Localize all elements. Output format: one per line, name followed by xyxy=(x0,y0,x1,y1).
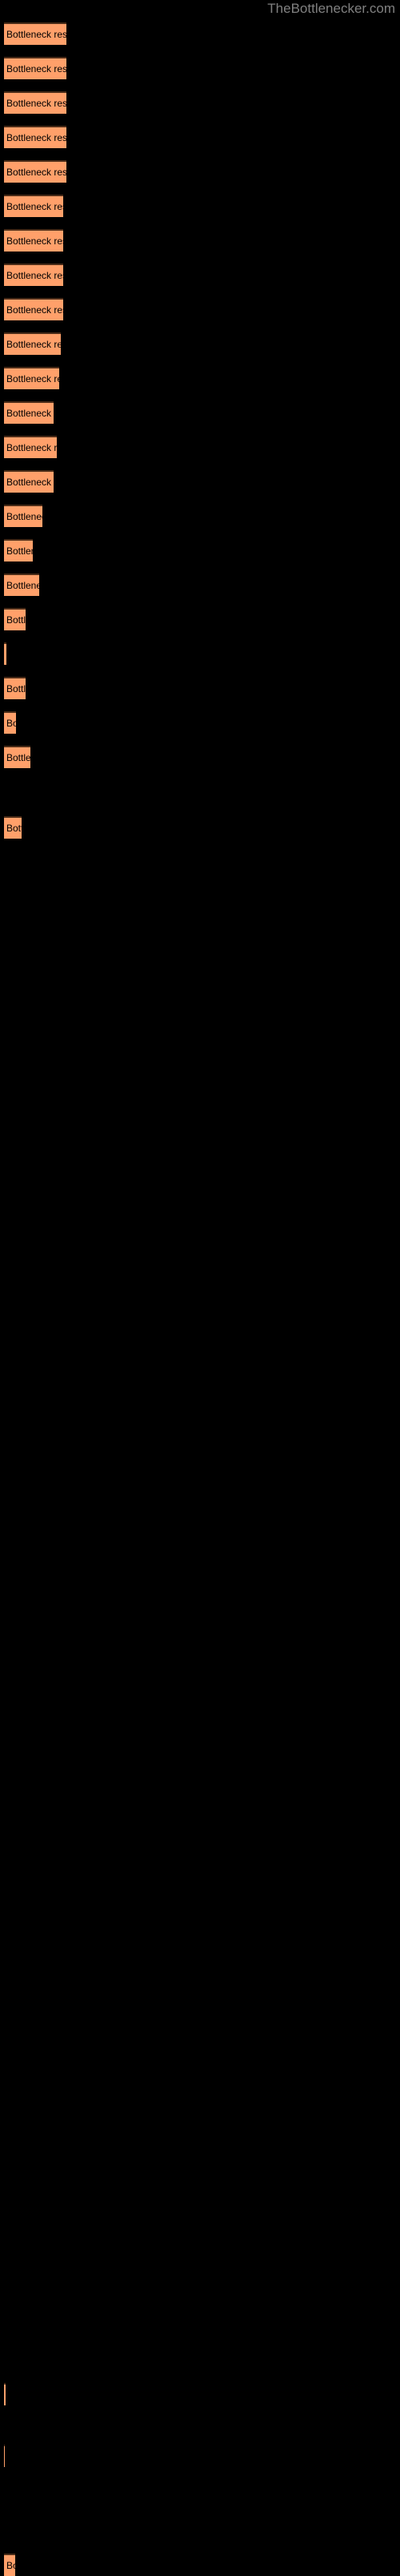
bar-20: Bottleneck result xyxy=(4,677,26,699)
bar-label: Bottleneck result xyxy=(6,477,54,488)
bar-26: Bottleneck result xyxy=(4,2554,15,2576)
bar-label: Bottleneck result xyxy=(6,2560,15,2571)
bar-4: Bottleneck result xyxy=(4,126,66,148)
bar-label: Bottleneck result xyxy=(6,201,63,212)
bar-13: Bottleneck result xyxy=(4,436,57,458)
bar-label: Bottleneck result xyxy=(6,511,42,522)
bar-label: Bottleneck result xyxy=(4,644,6,665)
bar-25: Bottleneck result xyxy=(4,2445,5,2467)
bar-7: Bottleneck result xyxy=(4,229,63,252)
bar-label: Bottleneck result xyxy=(6,408,54,419)
bar-label: Bottleneck result xyxy=(4,2385,6,2405)
bar-8: Bottleneck result xyxy=(4,264,63,286)
bar-23: Bottleneck result xyxy=(4,816,22,839)
bottleneck-bar-chart: Bottleneck result Bottleneck result Bottle… xyxy=(0,0,400,2576)
bar-label: Bottleneck result xyxy=(6,270,63,281)
bar-label: Bottleneck result xyxy=(6,442,57,453)
bar-19: Bottleneck result xyxy=(4,642,6,665)
bar-24: Bottleneck result xyxy=(4,2383,6,2405)
bar-label: Bottleneck result xyxy=(6,373,59,384)
bar-label: Bottleneck result xyxy=(6,98,66,109)
bar-22: Bottleneck result xyxy=(4,746,30,768)
bar-5: Bottleneck result xyxy=(4,160,66,183)
bar-label: Bottleneck result xyxy=(6,823,22,834)
bar-10: Bottleneck result xyxy=(4,332,61,355)
bar-14: Bottleneck result xyxy=(4,470,54,493)
bar-6: Bottleneck result xyxy=(4,195,63,217)
bar-18: Bottleneck result xyxy=(4,608,26,630)
bar-17: Bottleneck result xyxy=(4,574,39,596)
bar-label: Bottleneck result xyxy=(6,718,16,729)
bar-label: Bottleneck result xyxy=(6,167,66,178)
bar-label: Bottleneck result xyxy=(6,339,61,350)
bar-label: Bottleneck result xyxy=(6,614,26,626)
bar-label: Bottleneck result xyxy=(6,752,30,763)
bar-label: Bottleneck result xyxy=(6,63,66,74)
bar-label: Bottleneck result xyxy=(6,545,33,557)
bar-label: Bottleneck result xyxy=(6,683,26,694)
bar-label: Bottleneck result xyxy=(6,580,39,591)
bar-2: Bottleneck result xyxy=(4,57,66,79)
bar-11: Bottleneck result xyxy=(4,367,59,389)
bar-9: Bottleneck result xyxy=(4,298,63,320)
bar-1: Bottleneck result xyxy=(4,22,66,45)
bar-label: Bottleneck result xyxy=(6,235,63,247)
bar-label: Bottleneck result xyxy=(6,304,63,316)
bar-15: Bottleneck result xyxy=(4,505,42,527)
bar-3: Bottleneck result xyxy=(4,91,66,114)
bar-21: Bottleneck result xyxy=(4,711,16,734)
bar-label: Bottleneck result xyxy=(4,2446,5,2467)
bar-label: Bottleneck result xyxy=(6,29,66,40)
bar-16: Bottleneck result xyxy=(4,539,33,561)
bar-12: Bottleneck result xyxy=(4,401,54,424)
bar-label: Bottleneck result xyxy=(6,132,66,143)
